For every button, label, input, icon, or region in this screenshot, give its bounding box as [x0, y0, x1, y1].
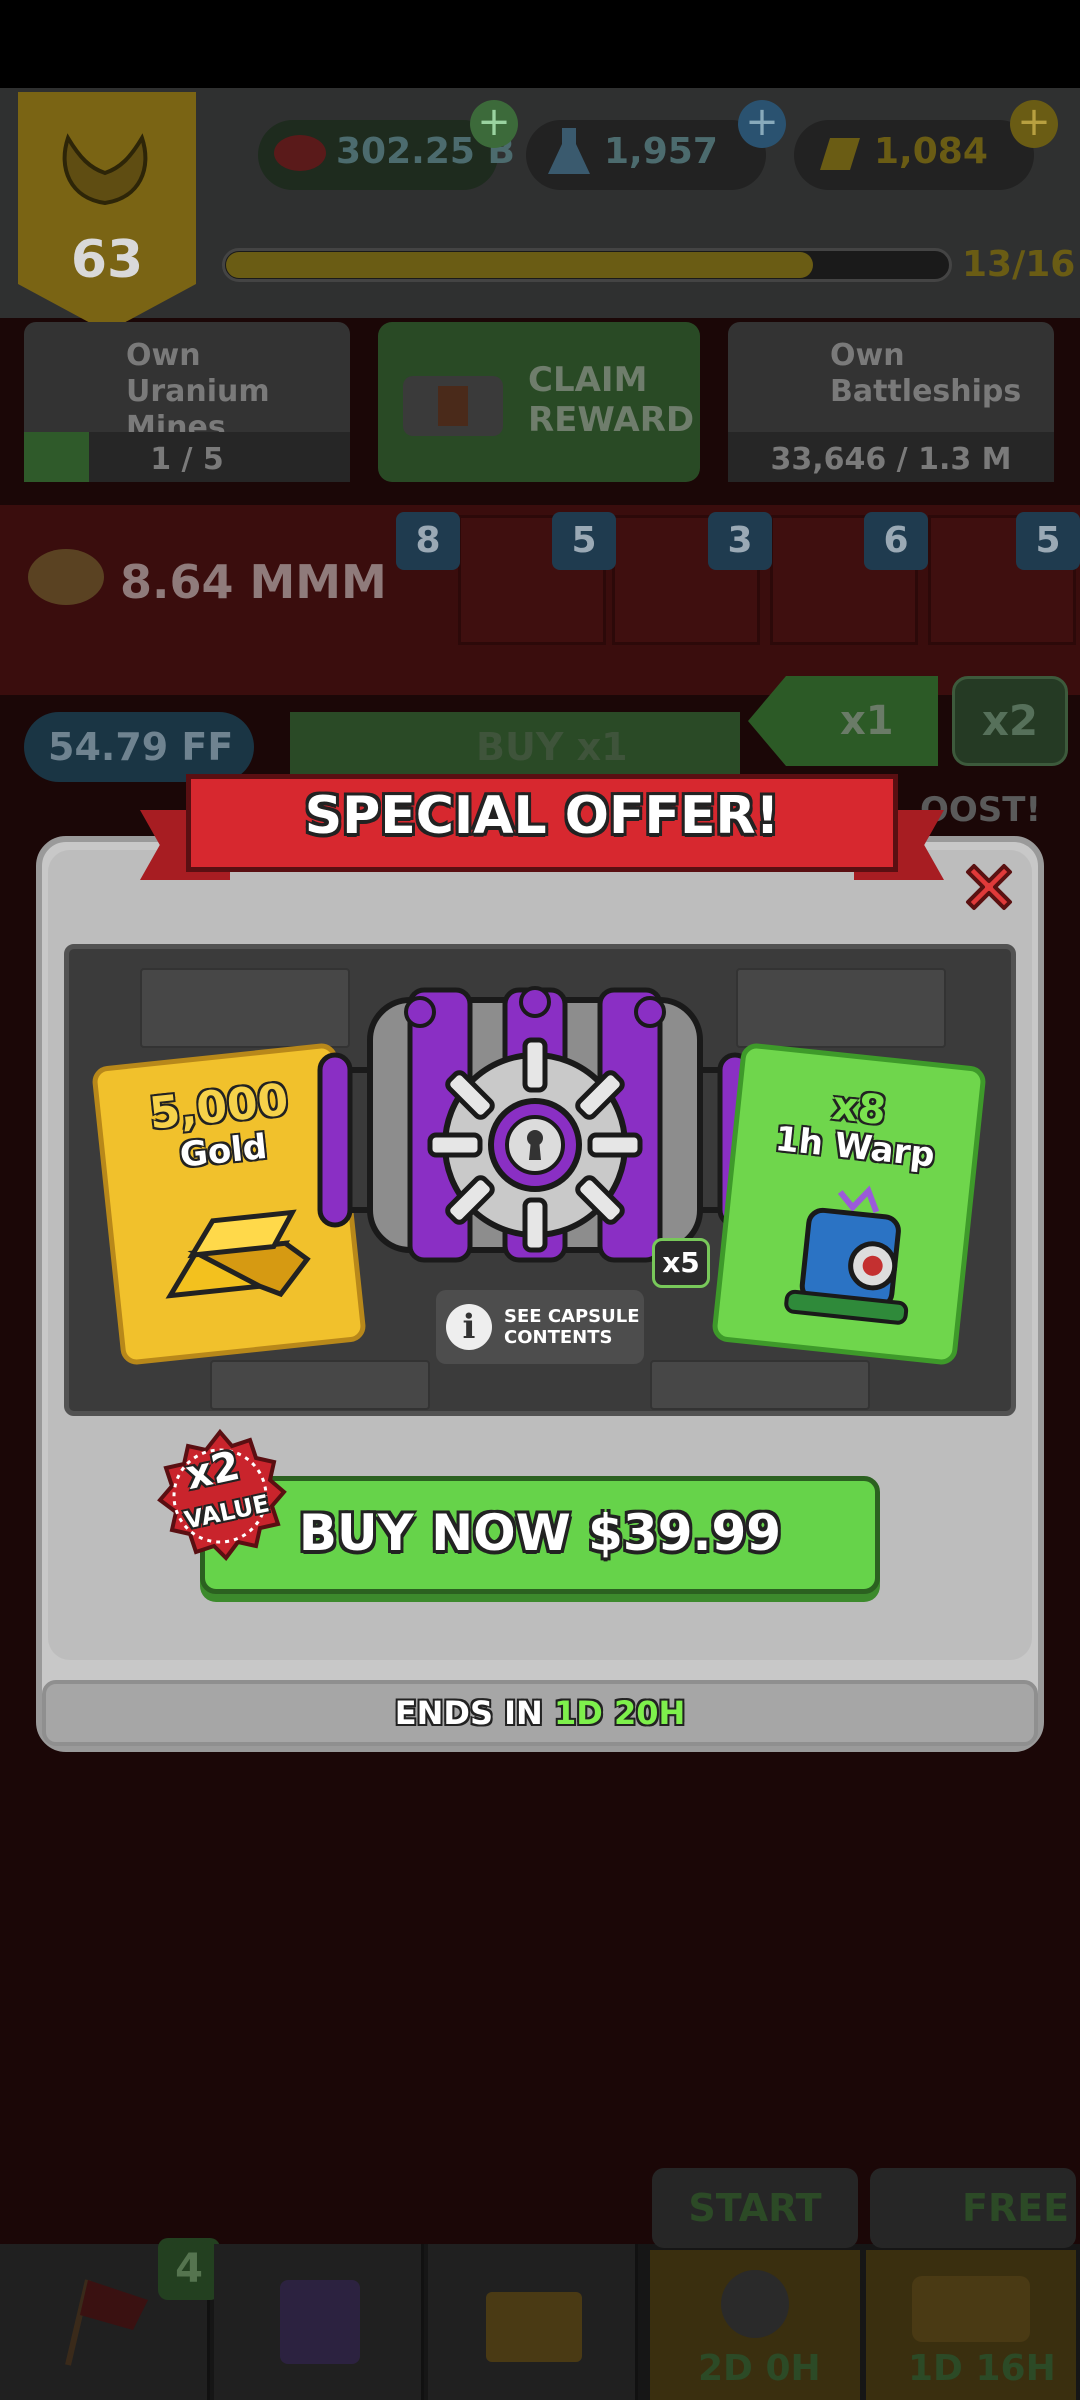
add-research-button[interactable]: +	[738, 100, 786, 148]
task-battleships-label: Own Battleships	[830, 338, 1022, 409]
multiplier-x1-button[interactable]: x1	[748, 676, 938, 766]
status-bar-area	[0, 0, 1080, 88]
buy-now-label: BUY NOW $39.99	[298, 1504, 782, 1562]
slot-count-badge: 3	[708, 512, 772, 570]
close-icon[interactable]	[960, 858, 1018, 916]
warp-reward-card: x8 1h Warp	[710, 1041, 988, 1367]
slot-count-badge: 6	[864, 512, 928, 570]
event-timer-2: 1D 16H	[908, 2348, 1056, 2389]
see-capsule-contents-label: SEE CAPSULE CONTENTS	[504, 1306, 640, 1348]
cash-icon	[274, 135, 326, 171]
slot-count-badge: 5	[552, 512, 616, 570]
gold-bars-icon	[165, 1209, 311, 1299]
research-value: 1,957	[604, 131, 718, 172]
wings-emblem-icon	[62, 133, 148, 206]
xp-progress-text: 13/16	[962, 244, 1076, 285]
offer-timer: ENDS IN 1D 20H	[42, 1694, 1038, 1732]
flag-icon	[65, 2279, 148, 2366]
slot-count-badge: 8	[396, 512, 460, 570]
potato-icon	[28, 549, 104, 605]
claim-reward-label: CLAIM REWARD	[528, 360, 695, 440]
task-uranium-label: Own Uranium Mines	[126, 338, 270, 445]
chest-icon	[912, 2276, 1030, 2342]
player-level: 63	[70, 230, 144, 290]
chest-icon	[403, 376, 503, 436]
buy-bargain-button[interactable]: BUY x1 BARG	[290, 712, 740, 839]
production-value: 8.64 MMM	[120, 555, 387, 609]
warp-machine-icon	[784, 1185, 909, 1325]
panel-brick	[650, 1360, 870, 1410]
gold-value: 1,084	[874, 131, 988, 172]
cards-icon	[280, 2280, 360, 2364]
gold-bar-icon	[820, 138, 860, 170]
task-battleships-progress: 33,646 / 1.3 M	[770, 442, 1012, 477]
money-display: 54.79 FF	[24, 712, 254, 782]
ends-in-label: ENDS IN	[394, 1694, 543, 1732]
multiplier-x2-button[interactable]: x2	[952, 676, 1068, 766]
flask-icon	[548, 128, 590, 174]
start-button[interactable]: START	[652, 2168, 858, 2248]
add-gold-button[interactable]: +	[1010, 100, 1058, 148]
panel-brick	[210, 1360, 430, 1410]
add-cash-button[interactable]: +	[470, 100, 518, 148]
xp-bar-fill	[226, 252, 813, 278]
info-icon: i	[446, 1304, 492, 1350]
free-button[interactable]: FREE	[870, 2168, 1076, 2248]
nav-flag-badge: 4	[158, 2238, 220, 2300]
event-timer-1: 2D 0H	[698, 2348, 821, 2389]
dialog-title: SPECIAL OFFER!	[304, 786, 780, 846]
folder-icon	[486, 2292, 582, 2362]
slot-count-badge: 5	[1016, 512, 1080, 570]
task-uranium-progress: 1 / 5	[150, 442, 224, 477]
skull-icon	[721, 2270, 789, 2338]
capsule-count-badge: x5	[652, 1238, 710, 1288]
ends-in-time: 1D 20H	[553, 1694, 686, 1732]
